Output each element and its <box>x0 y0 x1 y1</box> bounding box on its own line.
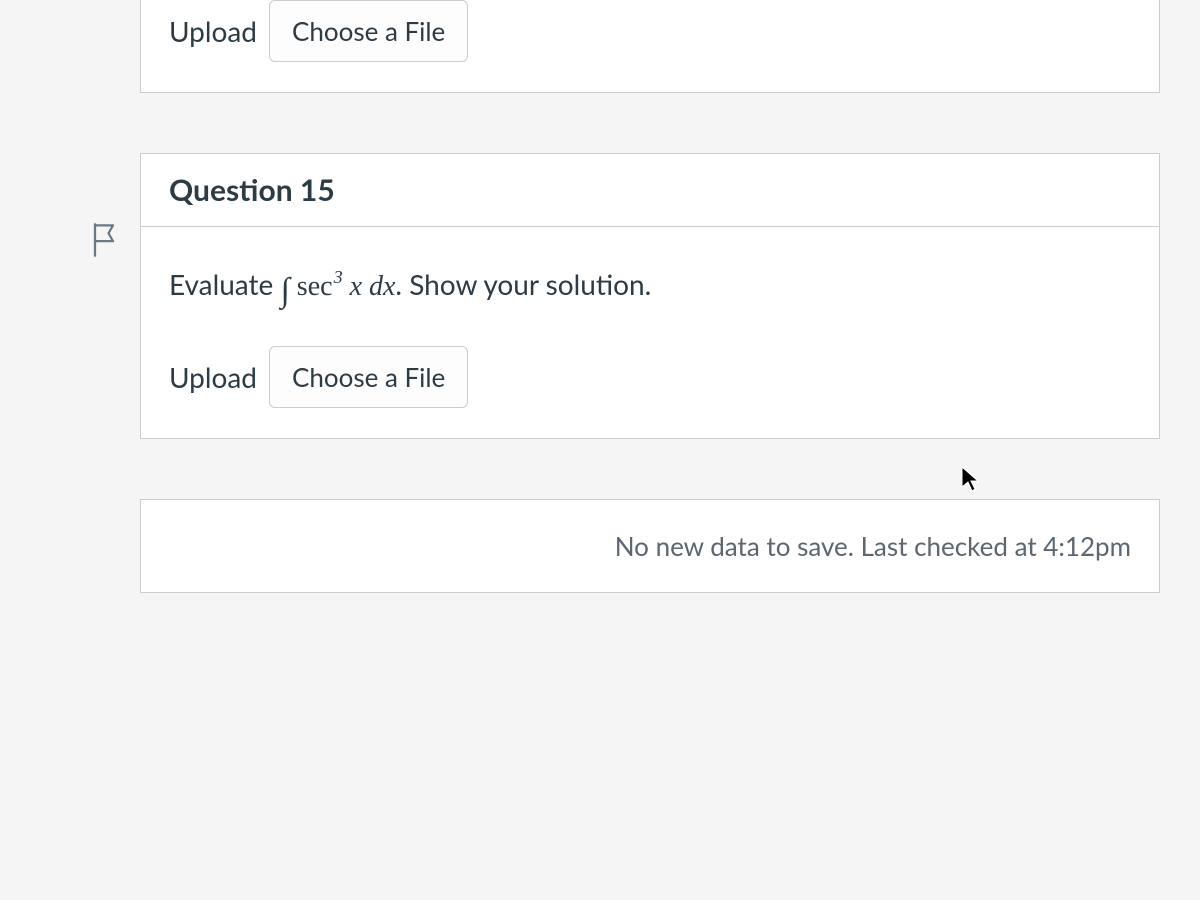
func-name: sec <box>297 271 333 302</box>
prompt-suffix: . Show your solution. <box>395 267 651 301</box>
prompt-prefix: Evaluate <box>169 267 280 301</box>
save-status-bar: No new data to save. Last checked at 4:1… <box>140 499 1160 593</box>
question-card: Question 15 Evaluate ∫ sec3 x dx. Show y… <box>140 153 1160 439</box>
integral-symbol: ∫ <box>280 272 289 309</box>
upload-label: Upload <box>169 14 257 48</box>
var-dx: x dx <box>343 271 396 302</box>
save-status-text: No new data to save. Last checked at 4:1… <box>615 530 1131 562</box>
previous-question-card: Upload Choose a File <box>140 0 1160 93</box>
choose-file-button[interactable]: Choose a File <box>269 346 468 408</box>
question-header: Question 15 <box>141 154 1159 227</box>
upload-row: Upload Choose a File <box>141 0 1159 92</box>
upload-label: Upload <box>169 360 257 394</box>
func-exponent: 3 <box>334 267 343 287</box>
question-prompt: Evaluate ∫ sec3 x dx. Show your solution… <box>141 227 1159 326</box>
upload-row: Upload Choose a File <box>141 326 1159 438</box>
choose-file-button[interactable]: Choose a File <box>269 0 468 62</box>
question-title: Question 15 <box>169 172 335 208</box>
flag-icon[interactable] <box>90 222 118 258</box>
